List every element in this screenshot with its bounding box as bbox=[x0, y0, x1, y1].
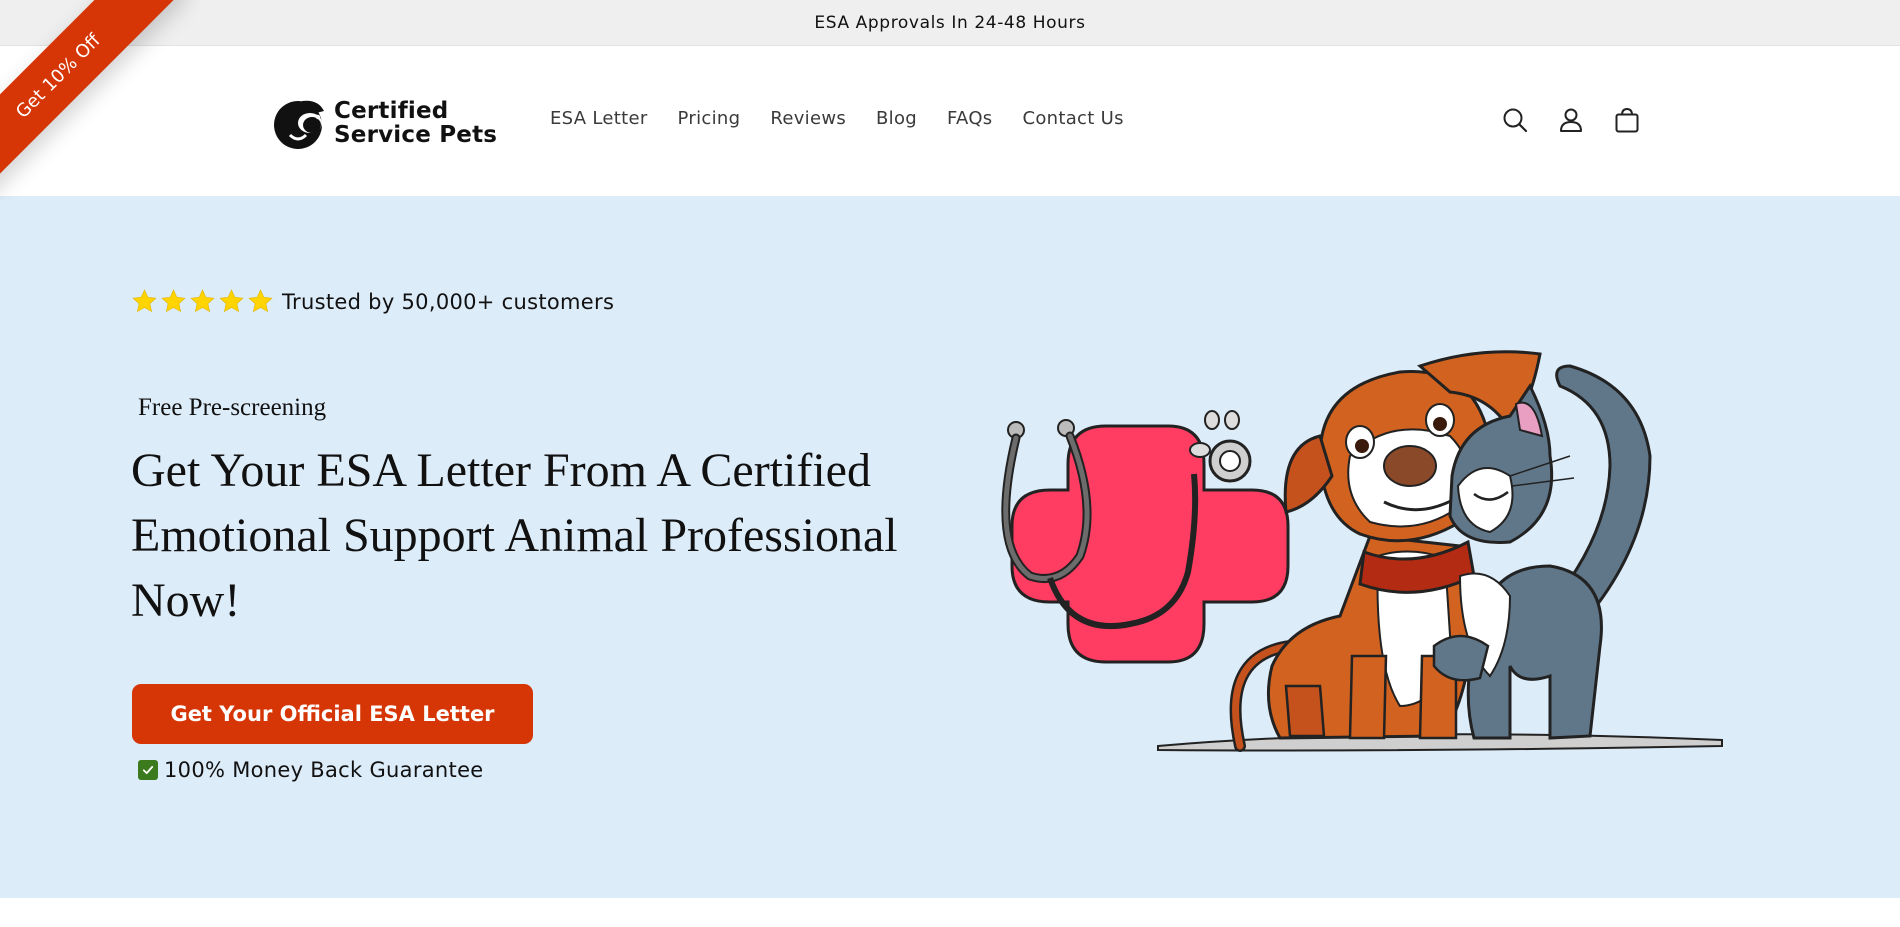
nav-blog[interactable]: Blog bbox=[876, 108, 917, 129]
announcement-text: ESA Approvals In 24-48 Hours bbox=[814, 12, 1086, 33]
announcement-bar: ESA Approvals In 24-48 Hours bbox=[0, 0, 1900, 46]
star-icon bbox=[190, 289, 215, 313]
site-logo[interactable]: Certified Service Pets bbox=[272, 94, 497, 152]
star-icon bbox=[132, 289, 157, 313]
logo-line-2: Service Pets bbox=[334, 122, 498, 148]
logo-text: Certified Service Pets bbox=[334, 99, 497, 147]
pre-heading: Free Pre-screening bbox=[138, 394, 327, 421]
check-icon bbox=[138, 760, 158, 780]
nav-faqs[interactable]: FAQs bbox=[947, 108, 992, 129]
hero-section: Trusted by 50,000+ customers Free Pre-sc… bbox=[0, 196, 1900, 898]
nav-esa-letter[interactable]: ESA Letter bbox=[550, 108, 648, 129]
trust-row: Trusted by 50,000+ customers bbox=[131, 288, 614, 315]
nav-reviews[interactable]: Reviews bbox=[770, 108, 846, 129]
star-icon bbox=[219, 289, 244, 313]
header-icons bbox=[1500, 105, 1642, 135]
logo-line-1: Certified bbox=[334, 98, 449, 124]
money-back-guarantee: 100% Money Back Guarantee bbox=[138, 758, 484, 782]
main-nav: ESA Letter Pricing Reviews Blog FAQs Con… bbox=[550, 108, 1124, 129]
hero-headline: Get Your ESA Letter From A Certified Emo… bbox=[131, 444, 898, 627]
get-esa-letter-button[interactable]: Get Your Official ESA Letter bbox=[132, 684, 533, 744]
site-header: Certified Service Pets ESA Letter Pricin… bbox=[0, 46, 1900, 196]
pets-logo-icon bbox=[274, 100, 324, 149]
rating-stars bbox=[131, 288, 274, 315]
nav-pricing[interactable]: Pricing bbox=[678, 108, 741, 129]
guarantee-text: 100% Money Back Guarantee bbox=[164, 758, 484, 782]
star-icon bbox=[161, 289, 186, 313]
page-bottom-edge bbox=[0, 898, 1900, 927]
dog-and-cat-illustration bbox=[1001, 350, 1723, 752]
trust-text: Trusted by 50,000+ customers bbox=[282, 289, 615, 314]
search-icon[interactable] bbox=[1500, 105, 1530, 135]
cart-icon[interactable] bbox=[1612, 105, 1642, 135]
account-icon[interactable] bbox=[1556, 105, 1586, 135]
nav-contact-us[interactable]: Contact Us bbox=[1022, 108, 1123, 129]
star-icon bbox=[248, 289, 273, 313]
